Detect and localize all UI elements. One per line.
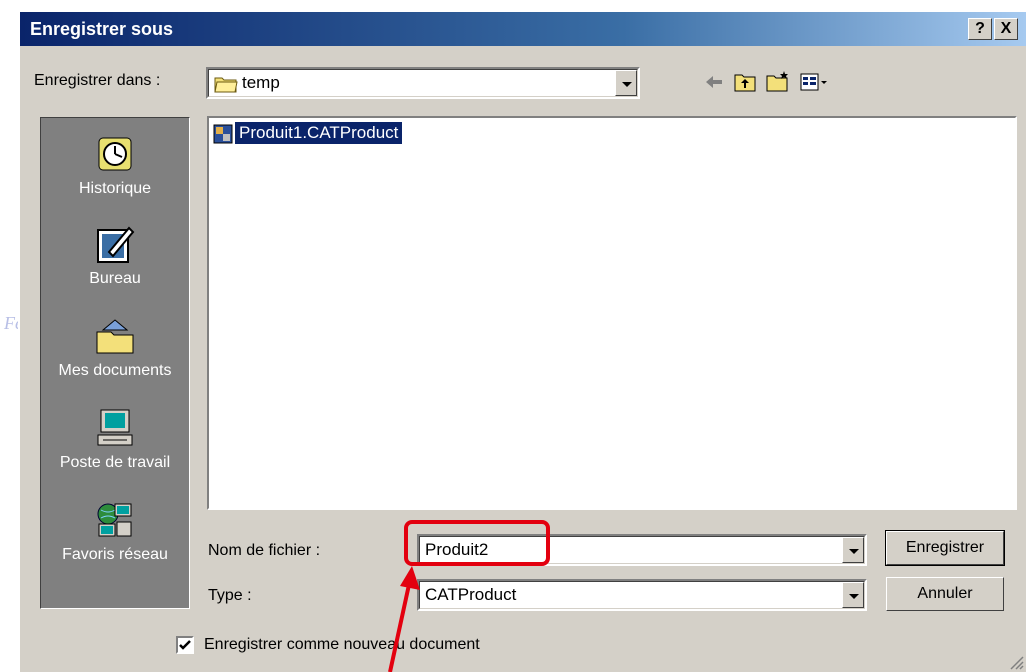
dialog-title: Enregistrer sous	[30, 19, 174, 39]
save-in-dropdown-arrow-icon[interactable]	[615, 70, 637, 96]
type-label: Type :	[208, 587, 252, 604]
checkmark-icon	[179, 640, 191, 650]
place-label: Bureau	[89, 270, 141, 287]
title-bar[interactable]: Enregistrer sous ? X	[20, 12, 1026, 46]
place-label: Favoris réseau	[62, 546, 168, 563]
file-name: Produit1.CATProduct	[233, 121, 404, 145]
view-menu-icon[interactable]	[800, 72, 828, 92]
filename-label: Nom de fichier :	[208, 542, 321, 559]
place-label: Poste de travail	[59, 454, 171, 471]
place-desktop[interactable]: Bureau	[41, 224, 189, 288]
save-as-new-document-checkbox[interactable]	[176, 636, 194, 654]
desktop-icon	[97, 226, 135, 263]
place-label: Historique	[78, 180, 152, 197]
file-list[interactable]: Produit1.CATProduct	[207, 116, 1017, 510]
place-my-computer[interactable]: Poste de travail	[41, 408, 189, 472]
cancel-button[interactable]: Annuler	[886, 577, 1004, 611]
my-documents-icon	[96, 319, 134, 354]
type-dropdown-arrow-icon[interactable]	[842, 582, 864, 608]
close-button[interactable]: X	[994, 18, 1018, 40]
place-network[interactable]: Favoris réseau	[41, 500, 189, 564]
my-computer-icon	[97, 409, 133, 446]
save-in-label: Enregistrer dans :	[34, 72, 161, 89]
places-bar: Historique Bureau Mes documents Poste de…	[40, 117, 190, 609]
folder-icon	[214, 77, 238, 93]
place-history[interactable]: Historique	[41, 134, 189, 198]
new-folder-icon[interactable]	[766, 70, 790, 92]
back-arrow-icon[interactable]	[704, 74, 724, 90]
save-in-dropdown[interactable]: temp	[206, 67, 640, 99]
annotation-arrow-icon	[388, 566, 420, 672]
place-label: Mes documents	[58, 362, 172, 379]
filename-dropdown-arrow-icon[interactable]	[842, 537, 864, 563]
network-places-icon	[97, 503, 132, 537]
save-button[interactable]: Enregistrer	[885, 530, 1005, 566]
resize-grip-icon[interactable]	[1008, 654, 1024, 670]
up-folder-icon[interactable]	[734, 72, 756, 92]
save-as-dialog: Enregistrer sous ? X Enregistrer dans : …	[18, 10, 1026, 672]
save-in-value: temp	[242, 73, 280, 92]
type-dropdown[interactable]: CATProduct	[417, 579, 867, 611]
place-my-documents[interactable]: Mes documents	[41, 316, 189, 380]
catproduct-file-icon	[213, 124, 233, 144]
history-icon	[98, 137, 132, 171]
help-button[interactable]: ?	[968, 18, 992, 40]
